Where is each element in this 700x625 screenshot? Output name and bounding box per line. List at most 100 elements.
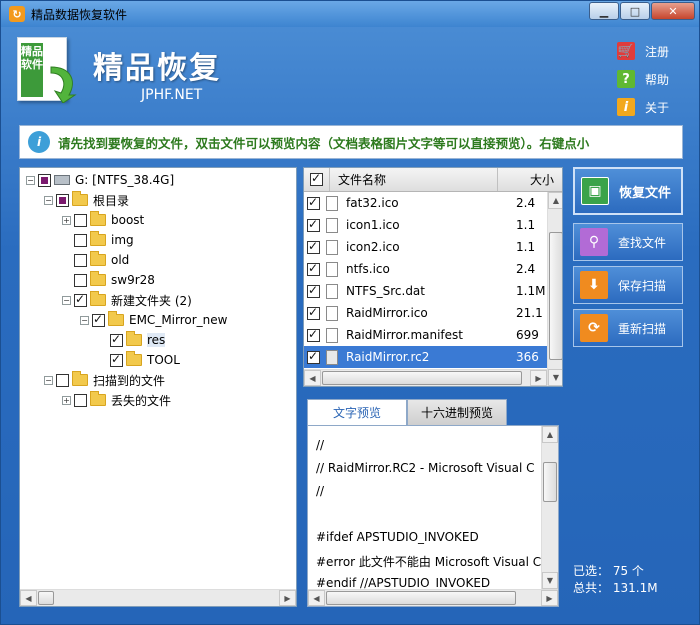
column-header-name[interactable]: 文件名称 [330,168,498,191]
scroll-right-icon[interactable]: ▶ [279,590,296,606]
tree-item-label: TOOL [147,353,180,367]
file-list-vertical-scrollbar[interactable]: ▲ ▼ [547,192,562,386]
tree-item-old[interactable]: old [74,250,129,270]
preview-horizontal-scrollbar[interactable]: ◀ ▶ [308,589,558,606]
tree-item-sw9r28[interactable]: sw9r28 [74,270,155,290]
scroll-up-icon[interactable]: ▲ [548,192,562,209]
tree-item-scanned[interactable]: − 扫描到的文件 [44,370,165,390]
file-row[interactable]: ntfs.ico 2.4 [304,258,548,280]
file-checkbox[interactable] [307,283,320,298]
tree-item-new-folder[interactable]: − 新建文件夹 (2) [62,290,192,310]
file-row[interactable]: fat32.ico 2.4 [304,192,548,214]
scroll-left-icon[interactable]: ◀ [304,370,321,386]
file-row[interactable]: icon2.ico 1.1 [304,236,548,258]
tree-item-boost[interactable]: + boost [62,210,144,230]
tree-item-lost[interactable]: + 丢失的文件 [62,390,171,410]
folder-icon [90,251,106,266]
preview-vertical-scrollbar[interactable]: ▲ ▼ [541,426,558,589]
tree-item-label: boost [111,213,145,227]
tree-item-root[interactable]: − 根目录 [44,190,129,210]
recover-files-button[interactable]: ▣ 恢复文件 [573,167,683,215]
tree-checkbox[interactable] [56,193,69,207]
rescan-button[interactable]: ⟳ 重新扫描 [573,309,683,347]
scroll-left-icon[interactable]: ◀ [20,590,37,606]
file-checkbox[interactable] [307,195,320,210]
file-row[interactable]: RaidMirror.manifest 699 [304,324,548,346]
file-checkbox[interactable] [307,261,320,276]
tree-checkbox[interactable] [110,332,123,347]
scroll-right-icon[interactable]: ▶ [541,590,558,606]
tree-item-label: res [147,333,166,347]
register-link[interactable]: 🛒 注册 [616,37,669,65]
about-link[interactable]: i 关于 [616,93,669,121]
tree-checkbox[interactable] [74,273,87,287]
scroll-right-icon[interactable]: ▶ [530,370,547,386]
tree-item-drive[interactable]: − G: [NTFS_38.4G] [26,170,174,190]
collapse-icon[interactable]: − [62,295,71,305]
expand-icon[interactable]: + [62,395,71,405]
scroll-thumb[interactable] [322,371,522,385]
preview-content[interactable]: // // RaidMirror.RC2 - Microsoft Visual … [307,425,559,607]
file-row[interactable]: NTFS_Src.dat 1.1M [304,280,548,302]
file-checkbox[interactable] [307,239,320,254]
file-row[interactable]: RaidMirror.rc2 366 [304,346,548,368]
tree-item-emc-mirror[interactable]: − EMC_Mirror_new [80,310,227,330]
brand-title: 精品恢复 [93,51,221,86]
column-header-size[interactable]: 大小 [498,168,562,191]
collapse-icon[interactable]: − [44,375,53,385]
collapse-icon[interactable]: − [80,315,89,325]
top-links: 🛒 注册 ? 帮助 i 关于 [616,37,669,121]
scroll-thumb[interactable] [543,462,557,502]
recover-arrow-icon [50,66,77,103]
tree-checkbox[interactable] [74,253,87,267]
collapse-icon[interactable]: − [26,175,35,185]
maximize-button[interactable]: □ [620,2,650,20]
scroll-thumb[interactable] [549,232,562,360]
file-name: icon2.ico [346,240,400,254]
tree-checkbox[interactable] [74,213,87,227]
selected-count: 已选： 75 个 [573,562,693,579]
tree-item-tool[interactable]: TOOL [110,350,180,370]
file-list-horizontal-scrollbar[interactable]: ◀ ▶ [304,369,547,386]
file-list[interactable]: 文件名称 大小 fat32.ico2.4icon1.ico1.1icon2.ic… [303,167,563,387]
tree-item-res[interactable]: res [110,330,166,350]
file-checkbox[interactable] [307,327,320,342]
collapse-icon[interactable]: − [44,195,53,205]
tree-item-img[interactable]: img [74,230,134,250]
scroll-down-icon[interactable]: ▼ [542,572,558,589]
tree-item-label: old [111,253,130,267]
tree-checkbox[interactable] [74,292,87,307]
folder-tree[interactable]: − G: [NTFS_38.4G] − 根目录 + boost img old [19,167,297,607]
help-link[interactable]: ? 帮助 [616,65,669,93]
preview-line: // RaidMirror.RC2 - Microsoft Visual C [316,461,535,475]
tab-hex-preview[interactable]: 十六进制预览 [407,399,507,425]
find-files-button[interactable]: ⚲ 查找文件 [573,223,683,261]
scroll-up-icon[interactable]: ▲ [542,426,558,443]
tree-checkbox[interactable] [110,352,123,367]
file-checkbox[interactable] [307,217,320,232]
file-checkbox[interactable] [307,349,320,364]
file-row[interactable]: RaidMirror.ico 21.1 [304,302,548,324]
select-all-checkbox[interactable] [310,171,323,186]
save-scan-button[interactable]: ⬇ 保存扫描 [573,266,683,304]
tree-checkbox[interactable] [74,393,87,407]
scroll-down-icon[interactable]: ▼ [548,369,562,386]
tree-horizontal-scrollbar[interactable]: ◀ ▶ [20,589,296,606]
scroll-thumb[interactable] [326,591,516,605]
title-bar[interactable]: ↻ 精品数据恢复软件 ▁ □ ✕ [1,1,699,27]
scroll-left-icon[interactable]: ◀ [308,590,325,606]
tree-checkbox[interactable] [74,233,87,247]
file-icon [326,239,338,255]
header-select-all[interactable] [304,168,330,191]
tree-checkbox[interactable] [38,173,51,187]
file-checkbox[interactable] [307,305,320,320]
expand-icon[interactable]: + [62,215,71,225]
tree-checkbox[interactable] [92,312,105,327]
tree-checkbox[interactable] [56,373,69,387]
minimize-button[interactable]: ▁ [589,2,619,20]
tab-text-preview[interactable]: 文字预览 [307,399,407,425]
close-button[interactable]: ✕ [651,2,695,20]
file-row[interactable]: icon1.ico 1.1 [304,214,548,236]
scroll-thumb[interactable] [38,591,54,605]
file-name: icon1.ico [346,218,400,232]
